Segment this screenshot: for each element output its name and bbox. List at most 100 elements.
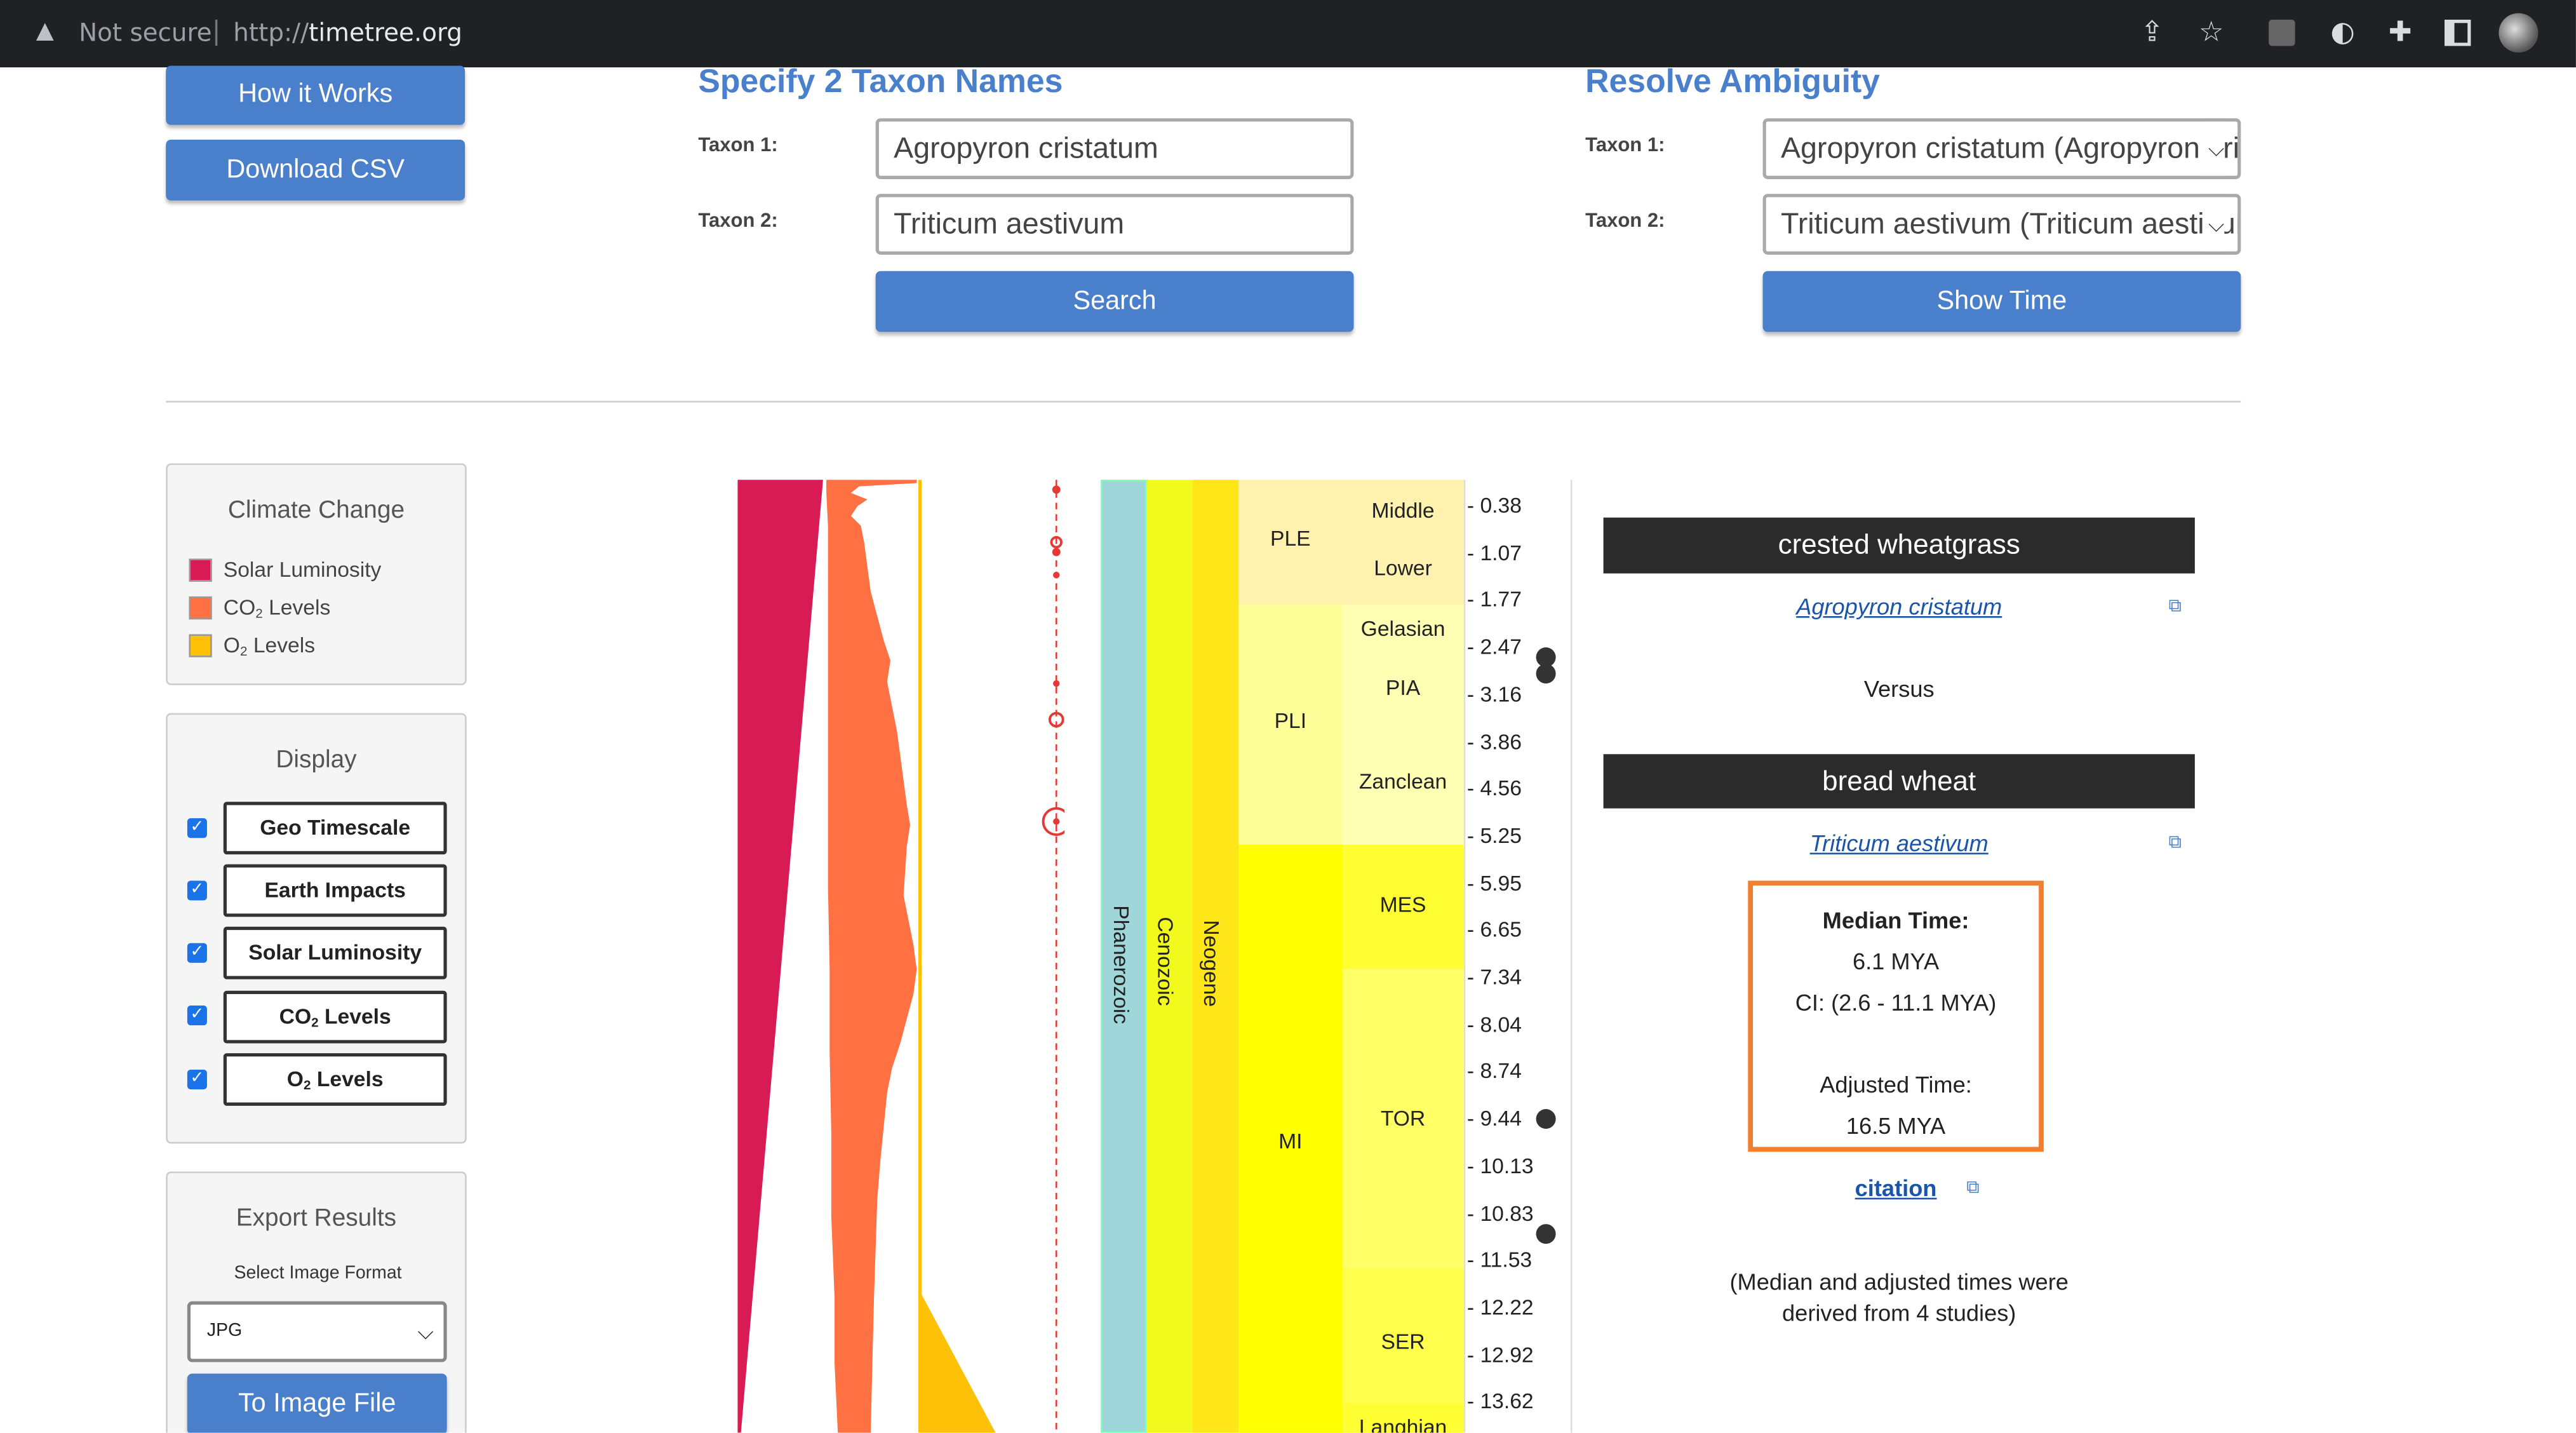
time-tick: - 3.16	[1466, 681, 1522, 706]
impact-marker	[1053, 680, 1060, 687]
export-panel: Export Results Select Image Format JPG ⌵ …	[166, 1171, 467, 1433]
eon-label: Phanerozoic	[1109, 905, 1134, 1025]
axis-line	[1463, 480, 1466, 1433]
co2-toggle-sub: 2	[311, 1015, 319, 1030]
solar-luminosity-checkbox[interactable]: ✓	[187, 943, 207, 963]
export-title: Export Results	[236, 1204, 397, 1233]
url-scheme: http://	[233, 18, 309, 48]
image-format-label: Select Image Format	[234, 1263, 402, 1284]
o2-toggle-sub: 2	[303, 1077, 311, 1093]
resolve-taxon2-value: Triticum aestivum (Triticum aestivum)	[1780, 206, 2241, 240]
specify-title: Specify 2 Taxon Names	[698, 64, 1063, 100]
earth-impacts-toggle[interactable]: Earth Impacts	[223, 864, 447, 917]
time-result-box: Median Time: 6.1 MYA CI: (2.6 - 11.1 MYA…	[1748, 880, 2044, 1152]
era-column: Cenozoic	[1146, 480, 1193, 1433]
stage-lower: Lower	[1342, 539, 1464, 605]
time-tick: - 6.65	[1466, 917, 1522, 942]
image-format-value: JPG	[206, 1321, 243, 1341]
url-separator: |	[211, 15, 221, 46]
search-button[interactable]: Search	[875, 271, 1354, 332]
resolve-taxon1-select[interactable]: Agropyron cristatum (Agropyron cristatum…	[1762, 118, 2241, 179]
time-tick: - 3.86	[1466, 729, 1522, 754]
co2-swatch	[189, 596, 212, 620]
resolve-title: Resolve Ambiguity	[1585, 64, 1880, 100]
axis-border	[1570, 480, 1573, 1433]
taxon2-scientific-link[interactable]: Triticum aestivum	[1604, 830, 2195, 856]
time-tick: - 4.56	[1466, 776, 1522, 801]
time-tick: - 0.38	[1466, 493, 1522, 518]
resolve-taxon2-label: Taxon 2:	[1585, 208, 1665, 232]
divergence-marker	[1536, 1109, 1556, 1129]
climate-change-title: Climate Change	[227, 496, 405, 525]
time-tick: - 12.22	[1466, 1295, 1534, 1319]
extension-translate-icon[interactable]: ◐	[2326, 17, 2359, 50]
impact-marker	[1053, 818, 1060, 825]
co2-legend-sub: 2	[255, 606, 263, 621]
o2-legend-sub: 2	[239, 643, 248, 659]
external-link-icon[interactable]: ⧉	[1966, 1176, 1979, 1199]
citation-link[interactable]: citation	[1814, 1174, 1978, 1201]
security-status[interactable]: Not secure	[79, 18, 211, 48]
stage-mes: MES	[1342, 844, 1464, 970]
time-tick: - 10.13	[1466, 1153, 1534, 1178]
taxon2-input[interactable]: Triticum aestivum	[875, 194, 1354, 255]
resolve-taxon2-select[interactable]: Triticum aestivum (Triticum aestivum) ⌵	[1762, 194, 2241, 255]
impact-marker	[1052, 548, 1061, 556]
taxon1-input[interactable]: Agropyron cristatum	[875, 118, 1354, 179]
stage-pia: PIA	[1342, 657, 1464, 723]
taxon1-common-name: crested wheatgrass	[1603, 517, 2195, 574]
display-title: Display	[276, 746, 357, 774]
o2-legend-suffix: Levels	[247, 632, 316, 657]
co2-levels-checkbox[interactable]: ✓	[187, 1006, 207, 1026]
median-time-label: Median Time:	[1822, 906, 1969, 934]
time-tick: - 13.62	[1466, 1389, 1534, 1414]
sidebar-icon[interactable]	[2445, 20, 2471, 46]
o2-levels-checkbox[interactable]: ✓	[187, 1069, 207, 1089]
earth-impacts-checkbox[interactable]: ✓	[187, 880, 207, 901]
taxon1-label: Taxon 1:	[698, 133, 778, 156]
puzzle-icon[interactable]: ✚	[2384, 17, 2417, 50]
epoch-pli: PLI	[1238, 604, 1343, 845]
period-label: Neogene	[1199, 920, 1224, 1007]
extension-image-icon[interactable]	[2269, 20, 2295, 46]
time-tick: - 8.04	[1466, 1011, 1522, 1037]
co2-levels-area	[826, 480, 917, 1433]
adjusted-time-value: 16.5 MYA	[1846, 1112, 1946, 1139]
display-panel: Display ✓ Geo Timescale ✓ Earth Impacts …	[166, 713, 467, 1144]
time-tick: - 12.92	[1466, 1342, 1534, 1367]
address-bar[interactable]: http://timetree.org	[233, 18, 462, 48]
image-format-select[interactable]: JPG ⌵	[187, 1301, 447, 1362]
profile-icon[interactable]	[2499, 13, 2539, 53]
taxon2-label: Taxon 2:	[698, 208, 778, 232]
co2-levels-toggle[interactable]: CO2 Levels	[223, 990, 447, 1044]
time-tick: - 5.95	[1466, 870, 1522, 895]
stage-gelasian: Gelasian	[1342, 604, 1464, 657]
co2-legend-text: CO	[223, 595, 256, 620]
show-time-button[interactable]: Show Time	[1762, 271, 2241, 332]
time-tick: - 1.77	[1466, 587, 1522, 612]
star-icon[interactable]: ☆	[2195, 17, 2228, 50]
external-link-icon[interactable]: ⧉	[2168, 831, 2181, 854]
o2-levels-toggle[interactable]: O2 Levels	[223, 1053, 447, 1106]
impact-marker	[1053, 572, 1060, 579]
taxon1-scientific-link[interactable]: Agropyron cristatum	[1604, 593, 2195, 619]
how-it-works-button[interactable]: How it Works	[166, 65, 466, 125]
adjusted-time-label: Adjusted Time:	[1820, 1071, 1972, 1098]
resolve-taxon1-label: Taxon 1:	[1585, 133, 1665, 156]
download-csv-button[interactable]: Download CSV	[166, 139, 466, 201]
to-image-file-button[interactable]: To Image File	[187, 1373, 447, 1433]
geo-timescale-checkbox[interactable]: ✓	[187, 818, 207, 838]
divider	[166, 401, 2241, 403]
external-link-icon[interactable]: ⧉	[2168, 595, 2181, 617]
share-icon[interactable]: ⇪	[2136, 17, 2169, 50]
solar-luminosity-area	[737, 480, 823, 1433]
geo-timescale-toggle[interactable]: Geo Timescale	[223, 802, 447, 855]
time-tick: - 2.47	[1466, 634, 1522, 659]
stage-middle: Middle	[1342, 480, 1464, 539]
url-host: timetree.org	[309, 18, 462, 48]
stage-tor: TOR	[1342, 969, 1464, 1268]
eon-column: Phanerozoic	[1101, 480, 1147, 1433]
o2-levels-area	[920, 1291, 996, 1433]
solar-luminosity-toggle[interactable]: Solar Luminosity	[223, 926, 447, 979]
time-tick: - 1.07	[1466, 540, 1522, 565]
